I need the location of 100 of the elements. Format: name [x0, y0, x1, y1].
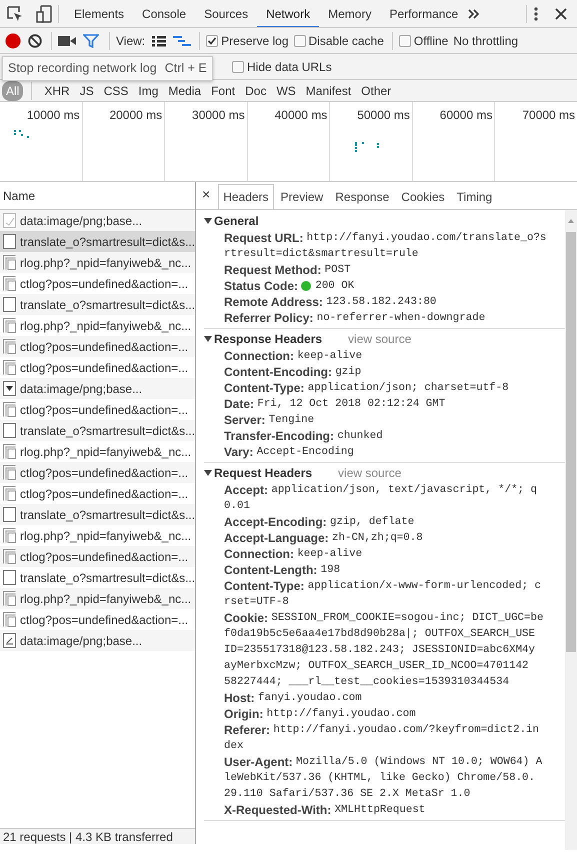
request-row[interactable]: ctlog?pos=undefined&action=... — [0, 399, 195, 420]
expanded-triangle-icon[interactable] — [204, 469, 212, 477]
header-entry: Referrer Policy: no-referrer-when-downgrade — [223, 310, 486, 326]
large-rows-icon[interactable] — [152, 34, 166, 46]
close-button[interactable]: × — [198, 184, 216, 209]
document-icon — [3, 423, 16, 438]
detail-tab[interactable]: Response — [330, 184, 394, 209]
expanded-triangle-icon[interactable] — [204, 335, 212, 343]
checkbox[interactable] — [206, 34, 218, 46]
request-row[interactable]: ctlog?pos=undefined&action=... — [0, 546, 195, 567]
inspect-icon[interactable] — [6, 4, 24, 22]
expanded-triangle-icon[interactable] — [204, 217, 212, 225]
document-icon — [3, 297, 16, 312]
request-name: ctlog?pos=undefined&action=... — [20, 276, 188, 292]
request-row[interactable]: ctlog?pos=undefined&action=... — [0, 273, 195, 294]
stacked-file-icon — [3, 612, 16, 627]
status-bar: 21 requests | 4.3 KB transferred — [0, 828, 195, 844]
stacked-file-icon — [3, 486, 16, 501]
request-name: ctlog?pos=undefined&action=... — [20, 612, 188, 628]
request-row[interactable]: ctlog?pos=undefined&action=... — [0, 609, 195, 630]
type-filter[interactable]: Img — [134, 80, 162, 100]
tick-label: 60000 ms — [440, 108, 492, 122]
throttling-dropdown[interactable]: No throttling — [453, 32, 518, 50]
request-row[interactable]: rlog.php?_npid=fanyiweb&_nc... — [0, 315, 195, 336]
request-name: data:image/png;base... — [20, 212, 142, 230]
stacked-file-icon — [3, 444, 16, 459]
header-entry: Connection: keep-alive — [223, 348, 364, 364]
section-title[interactable]: General — [214, 212, 259, 230]
panel-tab[interactable]: Memory — [319, 0, 380, 27]
camera-icon[interactable] — [58, 34, 76, 46]
request-row[interactable]: rlog.php?_npid=fanyiweb&_nc... — [0, 525, 195, 546]
detail-tab[interactable]: Headers — [218, 184, 274, 209]
checkbox[interactable] — [294, 34, 306, 46]
record-icon[interactable] — [4, 32, 22, 50]
filter-icon[interactable] — [83, 34, 99, 48]
type-filter[interactable]: CSS — [100, 80, 132, 100]
kebab-menu-icon[interactable] — [533, 6, 539, 22]
request-row[interactable]: ctlog?pos=undefined&action=... — [0, 357, 195, 378]
tick-label: 10000 ms — [26, 108, 80, 122]
type-filter[interactable]: Manifest — [302, 80, 356, 100]
detail-tab[interactable]: Timing — [452, 184, 498, 209]
request-row[interactable]: rlog.php?_npid=fanyiweb&_nc... — [0, 588, 195, 609]
detail-tab[interactable]: Cookies — [396, 184, 450, 209]
more-tabs-icon[interactable] — [467, 8, 482, 20]
checkbox[interactable] — [232, 60, 244, 72]
header-entry: Content-Type: application/json; charset=utf-8 — [223, 380, 510, 396]
request-name: rlog.php?_npid=fanyiweb&_nc... — [20, 254, 192, 272]
request-row[interactable]: ctlog?pos=undefined&action=... — [0, 336, 195, 357]
panel-tab[interactable]: Elements — [65, 0, 134, 27]
clear-icon[interactable] — [28, 34, 42, 48]
type-filter[interactable]: Other — [357, 80, 396, 100]
view-source-link[interactable]: view source — [338, 464, 402, 482]
request-row[interactable]: translate_o?smartresult=dict&s... — [0, 231, 195, 252]
request-row[interactable]: ctlog?pos=undefined&action=... — [0, 462, 195, 483]
stacked-file-icon — [3, 402, 16, 417]
header-entry: Request URL: http://fanyi.youdao.com/translate_o?s rtresult=dict&smartresult=rule — [223, 230, 548, 262]
section-title[interactable]: Response Headers — [214, 330, 322, 348]
image-file-icon — [3, 213, 16, 228]
header-entry: Origin: http://fanyi.youdao.com — [223, 706, 417, 722]
request-row[interactable]: data:image/png;base... — [0, 378, 195, 399]
request-row[interactable]: rlog.php?_npid=fanyiweb&_nc... — [0, 441, 195, 462]
checkbox[interactable] — [398, 34, 411, 46]
header-entry: User-Agent: Mozilla/5.0 (Windows NT 10.0; WOW64) A leWebKit/537.36 (KHTML, like Gecko) Chrome/58.0. 29.110 Safari/537.36 SE 2.X MetaSr 1.0 — [223, 754, 544, 802]
view-source-link[interactable]: view source — [348, 330, 412, 348]
checkbox-label: Offline — [414, 32, 448, 50]
scrollbar-drawing[interactable] — [565, 210, 577, 850]
detail-tab[interactable]: Preview — [276, 184, 328, 209]
type-filter[interactable]: XHR — [40, 80, 74, 100]
request-name: ctlog?pos=undefined&action=... — [20, 548, 188, 566]
type-filter[interactable]: JS — [76, 80, 98, 100]
waterfall-icon[interactable] — [173, 34, 192, 46]
device-icon[interactable] — [36, 4, 52, 22]
header-entry: Remote Address: 123.58.182.243:80 — [223, 294, 438, 310]
type-filter[interactable]: Media — [164, 80, 206, 100]
panel-tab[interactable]: Sources — [195, 0, 258, 27]
request-name: ctlog?pos=undefined&action=... — [20, 486, 188, 502]
panel-tab[interactable]: Performance — [380, 0, 468, 27]
request-row[interactable]: data:image/png;base... — [0, 210, 195, 231]
checkbox-label: Preserve log — [221, 32, 289, 50]
request-row[interactable]: translate_o?smartresult=dict&s... — [0, 567, 195, 588]
close-icon[interactable] — [555, 8, 567, 20]
view-label: View: — [116, 32, 146, 50]
request-row[interactable]: translate_o?smartresult=dict&s... — [0, 294, 195, 315]
section-title[interactable]: Request Headers — [214, 464, 312, 482]
request-name: rlog.php?_npid=fanyiweb&_nc... — [20, 590, 192, 608]
request-row[interactable]: ctlog?pos=undefined&action=... — [0, 483, 195, 504]
document-icon — [3, 570, 16, 585]
header-entry: Content-Length: 198 — [223, 562, 342, 578]
panel-tab[interactable]: Console — [133, 0, 196, 27]
header-entry: Referer: http://fanyi.youdao.com/?keyfrom=dict2.in dex — [223, 722, 540, 754]
type-filter[interactable]: Font — [207, 80, 240, 100]
request-row[interactable]: data:image/png;base... — [0, 630, 195, 651]
document-icon — [3, 234, 16, 249]
type-filter[interactable]: WS — [272, 80, 300, 100]
request-name: translate_o?smartresult=dict&s... — [20, 234, 196, 250]
type-filter[interactable]: Doc — [241, 80, 270, 100]
request-row[interactable]: rlog.php?_npid=fanyiweb&_nc... — [0, 252, 195, 273]
request-row[interactable]: translate_o?smartresult=dict&s... — [0, 420, 195, 441]
request-row[interactable]: translate_o?smartresult=dict&s... — [0, 504, 195, 525]
request-name: translate_o?smartresult=dict&s... — [20, 506, 196, 524]
